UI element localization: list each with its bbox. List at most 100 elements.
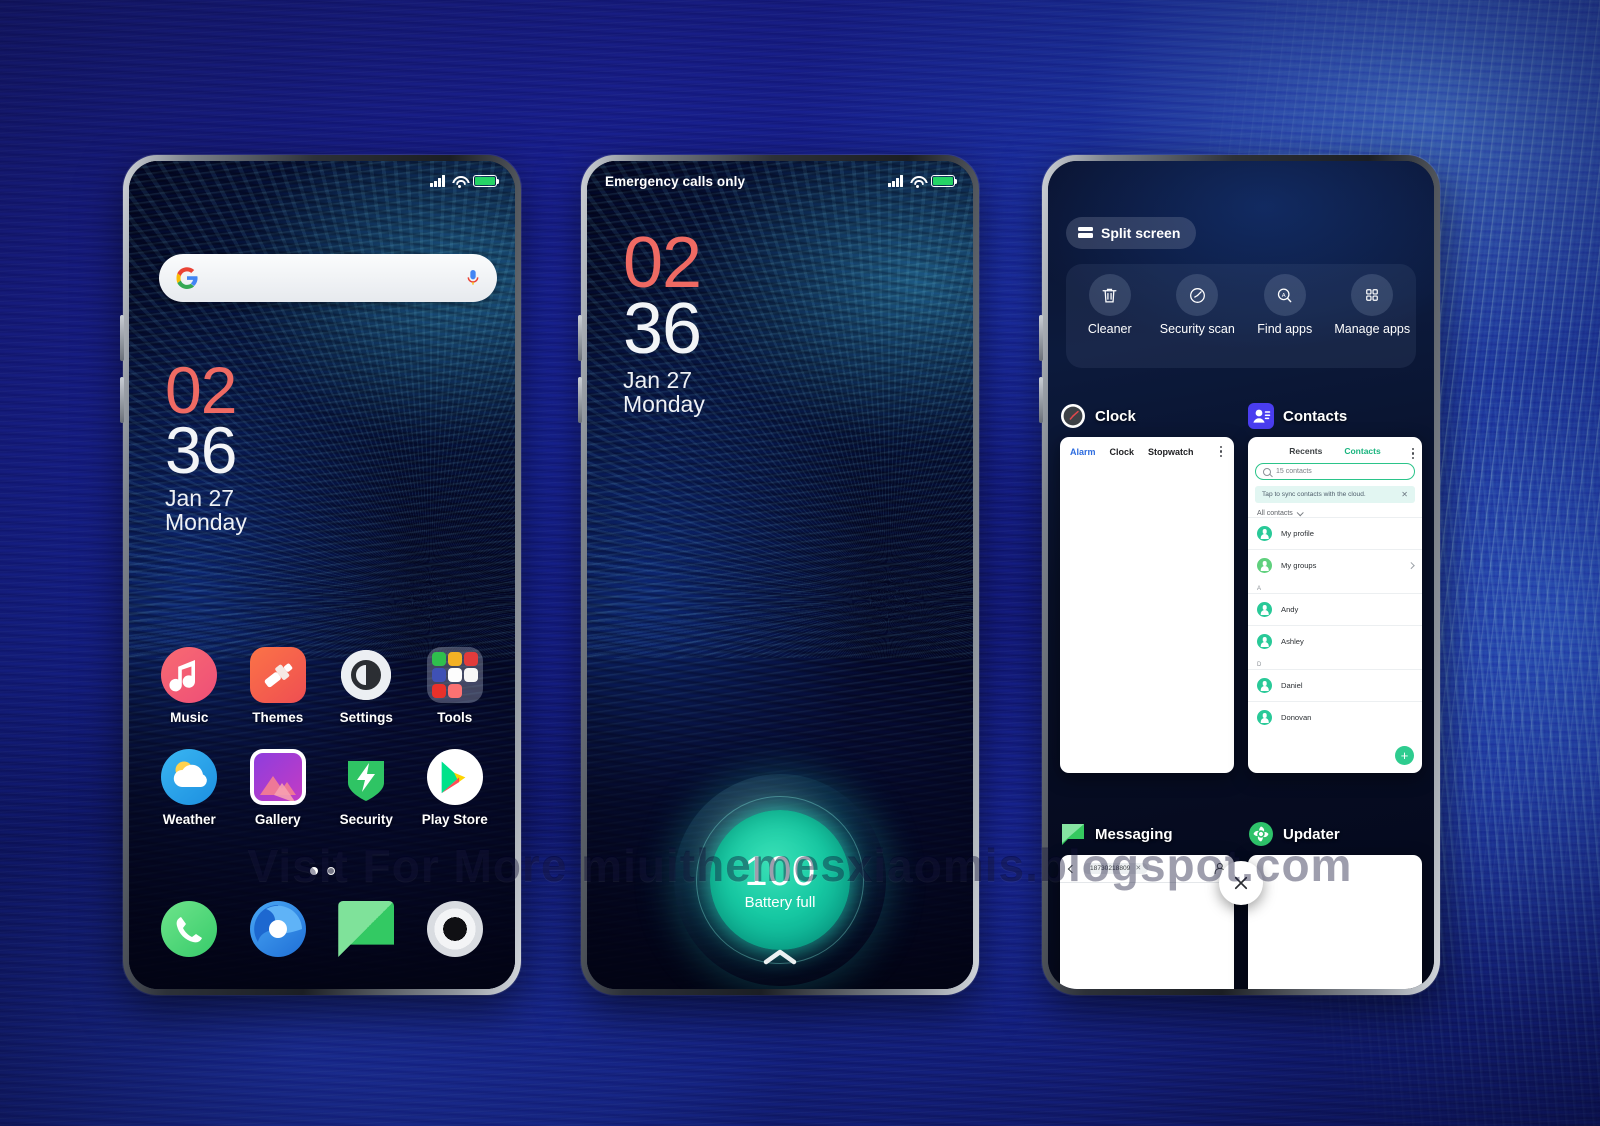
kebab-menu-icon[interactable]: [1219, 446, 1224, 458]
dock-browser[interactable]: [234, 901, 323, 957]
phone3-screen: Split screen Cleaner Security scan A Fin…: [1048, 161, 1434, 989]
phone-dialer-icon: [161, 901, 218, 957]
recent-card-preview: 18730218809 ✕: [1060, 855, 1234, 989]
contacts-sync-banner[interactable]: Tap to sync contacts with the cloud. ✕: [1255, 486, 1415, 503]
contacts-search-field[interactable]: 15 contacts: [1255, 463, 1415, 480]
contact-name: My groups: [1281, 561, 1317, 570]
phone-recents-screen: Split screen Cleaner Security scan A Fin…: [1039, 155, 1440, 995]
contacts-tab-contacts[interactable]: Contacts: [1344, 446, 1380, 456]
contacts-filter[interactable]: All contacts: [1248, 503, 1422, 517]
battery-percent-value: 100: [744, 846, 816, 894]
recents-row-bottom: Messaging 18730218809 ✕ Updater: [1060, 821, 1422, 989]
recipient-chip[interactable]: 18730218809 ✕: [1083, 863, 1149, 874]
contacts-tab-recents[interactable]: Recents: [1289, 446, 1322, 456]
volume-button[interactable]: [578, 315, 582, 361]
contact-name: Daniel: [1281, 681, 1303, 690]
app-settings[interactable]: Settings: [322, 647, 411, 725]
recent-card-messaging[interactable]: Messaging 18730218809 ✕: [1060, 821, 1234, 989]
folder-mini-icon: [431, 652, 446, 666]
back-arrow-icon[interactable]: [1067, 864, 1077, 873]
folder-mini-icon: [447, 684, 462, 698]
contact-list-item[interactable]: Daniel: [1248, 669, 1422, 701]
power-button[interactable]: [120, 377, 124, 423]
weather-icon: [161, 749, 218, 805]
contact-list-item[interactable]: Donovan: [1248, 701, 1422, 733]
tool-find-apps[interactable]: A Find apps: [1241, 274, 1329, 336]
kebab-menu-icon[interactable]: [1411, 448, 1416, 460]
contacts-filter-label: All contacts: [1257, 510, 1293, 517]
app-label: Music: [170, 710, 209, 725]
wifi-icon: [910, 176, 924, 188]
phone1-clock-widget: 02 36 Jan 27 Monday: [165, 357, 247, 534]
volume-button[interactable]: [1039, 315, 1043, 361]
dock-phone[interactable]: [145, 901, 234, 957]
tool-manage-apps[interactable]: Manage apps: [1329, 274, 1417, 336]
app-gallery[interactable]: Gallery: [234, 749, 323, 827]
contacts-app-icon: [1248, 403, 1274, 429]
app-weather[interactable]: Weather: [145, 749, 234, 827]
app-label: Themes: [252, 710, 304, 725]
add-contact-icon[interactable]: +: [1395, 746, 1414, 765]
app-themes[interactable]: Themes: [234, 647, 323, 725]
phone-lock-screen: Emergency calls only 02 36 Jan 27 Monday…: [578, 155, 979, 995]
close-icon[interactable]: ✕: [1401, 490, 1408, 499]
folder-mini-icon: [431, 684, 446, 698]
browser-icon: [249, 901, 306, 957]
tool-security-scan[interactable]: Security scan: [1154, 274, 1242, 336]
recent-card-updater[interactable]: Updater 11 MIUI V11.0.6.0.PFGINXM | Stab…: [1248, 821, 1422, 989]
power-button[interactable]: [1039, 377, 1043, 423]
phone2-screen: Emergency calls only 02 36 Jan 27 Monday…: [587, 161, 973, 989]
tools-folder-icon: [426, 647, 483, 703]
folder-mini-icon: [464, 684, 478, 698]
dock-camera[interactable]: [411, 901, 500, 957]
play-store-icon: [426, 749, 483, 805]
contact-name: Ashley: [1281, 637, 1304, 646]
clock-tab-alarm[interactable]: Alarm: [1070, 447, 1096, 457]
find-apps-search-icon: A: [1263, 274, 1306, 316]
contact-list-item[interactable]: Ashley: [1248, 625, 1422, 657]
close-icon[interactable]: ✕: [1135, 865, 1141, 872]
app-tools-folder[interactable]: Tools: [411, 647, 500, 725]
app-security[interactable]: Security: [322, 749, 411, 827]
phone2-clock-minutes: 36: [623, 289, 702, 369]
recent-card-clock[interactable]: Clock Alarm Clock Stopwatch: [1060, 403, 1234, 773]
split-screen-button[interactable]: Split screen: [1066, 217, 1197, 249]
clock-tab-clock[interactable]: Clock: [1110, 447, 1135, 457]
contact-list-item[interactable]: My profile: [1248, 517, 1422, 549]
volume-button[interactable]: [120, 315, 124, 361]
folder-mini-icon: [447, 668, 462, 682]
recent-card-preview: Recents Contacts 15 contacts Tap to sync…: [1248, 437, 1422, 773]
phone-home-screen: 02 36 Jan 27 Monday Music Themes Setting…: [120, 155, 521, 995]
scan-gauge-icon: [1176, 274, 1219, 316]
microphone-icon[interactable]: [465, 266, 481, 290]
contact-list-item[interactable]: My groups: [1248, 549, 1422, 581]
recents-row-top: Clock Alarm Clock Stopwatch Contacts Rec…: [1060, 403, 1422, 773]
svg-text:A: A: [1282, 292, 1286, 298]
page-indicator-dots[interactable]: [129, 867, 515, 875]
app-play-store[interactable]: Play Store: [411, 749, 500, 827]
power-button[interactable]: [578, 377, 582, 423]
app-label: Security: [339, 812, 393, 827]
security-shield-icon: [338, 749, 394, 805]
contact-list-item[interactable]: Andy: [1248, 593, 1422, 625]
page-dot-2[interactable]: [326, 867, 335, 875]
google-search-bar[interactable]: [159, 254, 497, 302]
tool-label: Cleaner: [1087, 322, 1132, 336]
page-dot-1[interactable]: [309, 867, 318, 875]
folder-mini-icon: [431, 668, 446, 682]
tool-cleaner[interactable]: Cleaner: [1066, 274, 1154, 336]
divider: [1060, 882, 1234, 883]
clock-tab-stopwatch[interactable]: Stopwatch: [1148, 447, 1194, 457]
close-all-recents-button[interactable]: [1219, 861, 1263, 905]
phone1-screen: 02 36 Jan 27 Monday Music Themes Setting…: [129, 161, 515, 989]
folder-mini-icon: [463, 668, 478, 682]
dock-messaging[interactable]: [322, 901, 411, 957]
chevron-up-icon[interactable]: [763, 949, 797, 965]
chevron-down-icon: [1296, 509, 1304, 517]
messaging-toolbar: 18730218809 ✕: [1060, 855, 1234, 882]
trash-icon: [1088, 274, 1131, 316]
app-music[interactable]: Music: [145, 647, 234, 725]
recent-card-contacts[interactable]: Contacts Recents Contacts 15 contacts Ta…: [1248, 403, 1422, 773]
music-icon: [161, 647, 218, 703]
contacts-section-letter: A: [1257, 586, 1262, 592]
